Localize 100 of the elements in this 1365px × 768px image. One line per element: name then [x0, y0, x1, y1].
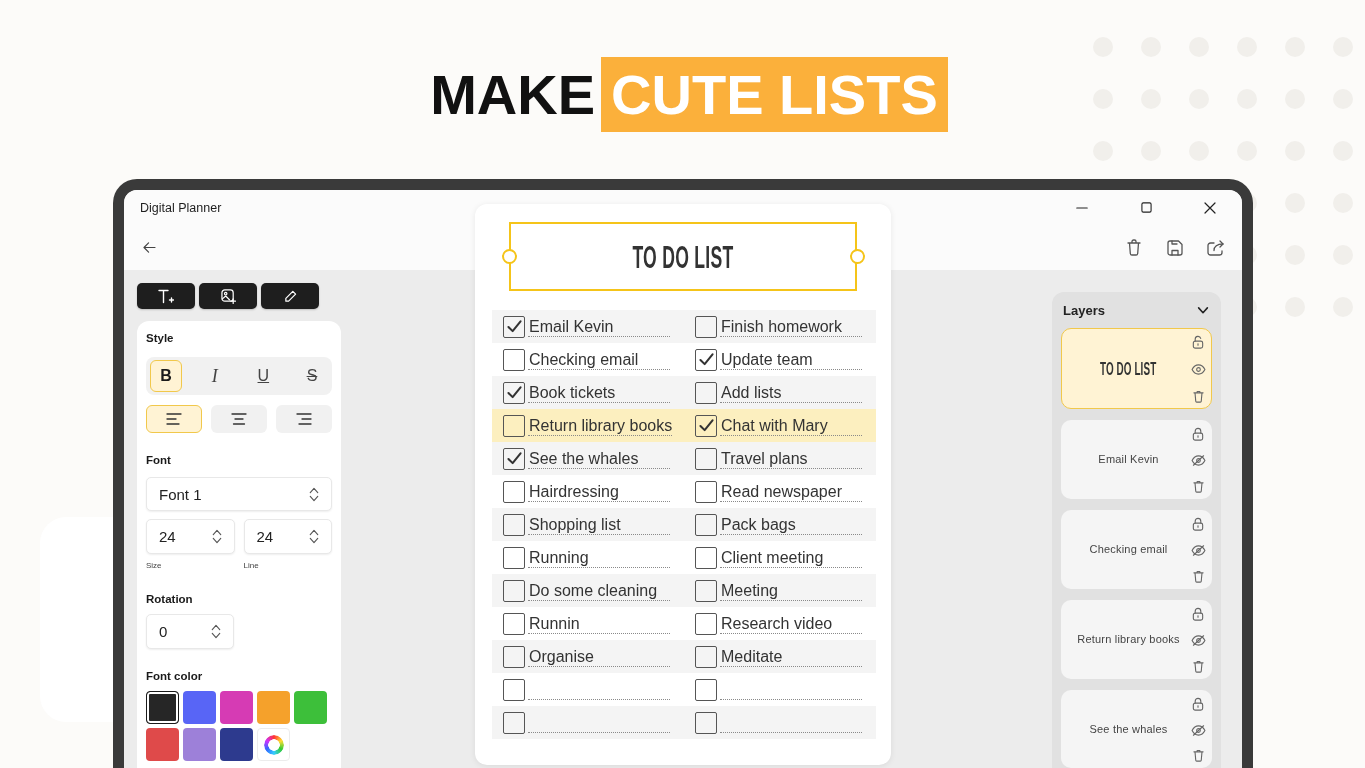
checkbox[interactable] — [695, 348, 717, 371]
task-text: Travel plans — [720, 448, 862, 469]
swatch-icon[interactable] — [183, 728, 216, 761]
italic-button[interactable]: I — [198, 360, 231, 392]
padlock-icon[interactable] — [1192, 427, 1204, 441]
checkbox[interactable] — [503, 579, 525, 602]
swatch-icon[interactable] — [257, 691, 290, 724]
strikethrough-button[interactable]: S — [295, 360, 328, 392]
layer-card[interactable]: Email Kevin — [1061, 420, 1212, 499]
task-text: Update team — [720, 349, 862, 370]
trash-icon[interactable] — [1192, 570, 1204, 583]
checkbox[interactable] — [503, 414, 525, 437]
window-title: Digital Planner — [139, 200, 222, 215]
checkbox[interactable] — [695, 579, 717, 602]
section-heading: Font — [146, 453, 172, 467]
back-arrow-icon[interactable] — [143, 241, 156, 253]
layer-card[interactable]: Checking email — [1061, 510, 1212, 589]
checkbox[interactable] — [503, 513, 525, 536]
task-text: Email Kevin — [528, 316, 670, 337]
checkbox[interactable] — [503, 447, 525, 470]
checkbox[interactable] — [695, 612, 717, 635]
checkbox[interactable] — [503, 612, 525, 635]
trash-icon[interactable] — [1192, 480, 1204, 493]
maximize-icon[interactable] — [1140, 202, 1152, 213]
checkbox[interactable] — [695, 414, 717, 437]
checkbox[interactable] — [695, 513, 717, 536]
number-field[interactable]: 0 — [146, 614, 234, 649]
task-text: Checking email — [528, 349, 670, 370]
padlock-icon[interactable] — [1192, 607, 1204, 621]
number-field[interactable]: 24 — [243, 519, 332, 554]
checkbox[interactable] — [503, 315, 525, 338]
field-label: Size — [146, 560, 162, 571]
bold-button[interactable]: B — [150, 360, 182, 392]
image-plus-icon — [220, 288, 236, 304]
task-text: Meditate — [720, 646, 862, 667]
checkbox[interactable] — [695, 546, 717, 569]
chevron-updown-icon — [211, 529, 222, 544]
checkbox[interactable] — [503, 480, 525, 503]
trash-icon[interactable] — [1192, 390, 1204, 403]
pencil-tool-button[interactable] — [261, 283, 319, 309]
swatch-icon[interactable] — [183, 691, 216, 724]
task-text: Organise — [528, 646, 670, 667]
checkbox[interactable] — [503, 546, 525, 569]
checkbox[interactable] — [695, 381, 717, 404]
share-icon[interactable] — [1207, 239, 1225, 256]
layer-label: Email Kevin — [1098, 453, 1159, 466]
field-label: Line — [243, 560, 259, 571]
layer-label: Checking email — [1089, 543, 1168, 556]
layer-card[interactable]: See the whales — [1061, 690, 1212, 768]
checkbox[interactable] — [503, 711, 525, 734]
checkbox[interactable] — [503, 645, 525, 668]
align-center-button[interactable] — [211, 405, 267, 433]
swatch-icon[interactable] — [220, 728, 253, 761]
text-tool-button[interactable] — [137, 283, 195, 309]
checkbox[interactable] — [695, 678, 717, 701]
eye-slash-icon[interactable] — [1190, 545, 1206, 556]
checkbox[interactable] — [503, 348, 525, 371]
layer-label: Return library books — [1077, 633, 1180, 646]
swatch-icon[interactable] — [146, 691, 179, 724]
eye-slash-icon[interactable] — [1190, 635, 1206, 646]
font-select[interactable]: Font 1 — [146, 477, 332, 511]
eye-slash-icon[interactable] — [1190, 724, 1206, 736]
layer-card[interactable]: Return library books — [1061, 600, 1212, 679]
swatch-icon[interactable] — [294, 691, 327, 724]
image-tool-button[interactable] — [199, 283, 257, 309]
checkbox[interactable] — [503, 678, 525, 701]
checkbox[interactable] — [503, 381, 525, 404]
underline-button[interactable]: U — [247, 360, 280, 392]
resize-handle[interactable] — [501, 249, 517, 264]
eye-icon[interactable] — [1190, 364, 1206, 375]
number-field[interactable]: 24 — [146, 519, 235, 554]
close-icon[interactable] — [1204, 201, 1216, 214]
eye-slash-icon[interactable] — [1190, 455, 1206, 466]
align-left-button[interactable] — [146, 405, 202, 433]
open-padlock-icon[interactable] — [1192, 335, 1204, 349]
align-center-icon — [231, 413, 247, 425]
resize-handle[interactable] — [849, 249, 865, 264]
save-icon[interactable] — [1167, 239, 1183, 256]
task-text: Finish homework — [720, 316, 862, 337]
color-picker-button[interactable] — [257, 728, 290, 761]
checkbox[interactable] — [695, 315, 717, 338]
padlock-icon[interactable] — [1192, 517, 1204, 531]
layer-card[interactable]: TO DO LIST — [1061, 328, 1212, 409]
checkbox[interactable] — [695, 711, 717, 734]
align-right-icon — [296, 413, 312, 425]
checkbox[interactable] — [695, 480, 717, 503]
trash-icon[interactable] — [1127, 239, 1141, 256]
swatch-icon[interactable] — [146, 728, 179, 761]
checkbox[interactable] — [695, 645, 717, 668]
headline-text: MAKE — [430, 62, 596, 128]
padlock-icon[interactable] — [1192, 697, 1204, 711]
trash-icon[interactable] — [1192, 749, 1204, 762]
align-right-button[interactable] — [276, 405, 332, 433]
panel-title: Layers — [1063, 302, 1105, 319]
minimize-icon[interactable] — [1076, 206, 1088, 209]
chevron-down-icon[interactable] — [1197, 307, 1209, 314]
checkbox[interactable] — [695, 447, 717, 470]
trash-icon[interactable] — [1192, 660, 1204, 673]
list-title: TO DO LIST — [632, 240, 734, 273]
swatch-icon[interactable] — [220, 691, 253, 724]
